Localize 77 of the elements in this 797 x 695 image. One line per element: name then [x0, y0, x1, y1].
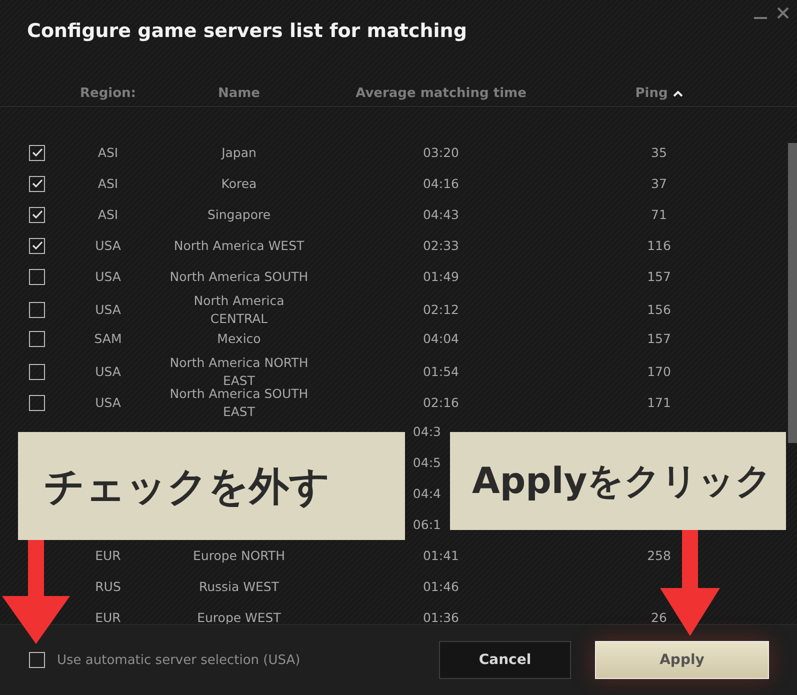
table-cell-text: USA [94, 236, 122, 254]
table-cell-text: 04:04 [422, 330, 460, 348]
table-cell-text: Korea [220, 174, 258, 192]
table-cell-text: 71 [650, 206, 668, 224]
table-cell-text: EUR [94, 608, 122, 624]
table-cell-text: 06:1 [412, 516, 442, 534]
column-header[interactable]: Ping [545, 86, 773, 100]
table-cell-text: 37 [650, 174, 668, 192]
checkbox[interactable] [29, 176, 45, 192]
table-cell-text: 04:16 [422, 174, 460, 192]
check-icon [32, 210, 42, 219]
table-cell-text: 258 [646, 546, 672, 564]
cancel-button[interactable]: Cancel [439, 641, 571, 679]
checkbox[interactable] [29, 206, 45, 222]
table-cell-text: North America SOUTH EAST [168, 386, 310, 421]
checkbox[interactable] [29, 364, 45, 380]
table-cell-text: USA [94, 268, 122, 286]
checkbox[interactable] [29, 268, 45, 284]
table-cell-text: 01:41 [422, 546, 460, 564]
checkbox[interactable] [29, 652, 45, 668]
table-cell-text: Europe WEST [196, 608, 282, 624]
table-cell-text: 01:36 [422, 608, 460, 624]
column-header[interactable]: Name [141, 86, 337, 100]
table-cell-text: 01:54 [422, 363, 460, 381]
table-cell-text: 02:12 [422, 301, 460, 319]
table-cell-text: USA [94, 394, 122, 412]
table-cell-text: EUR [94, 546, 122, 564]
checkbox[interactable] [29, 395, 45, 411]
close-icon[interactable] [775, 6, 791, 20]
table-cell-text: North America NORTH EAST [168, 354, 310, 388]
scrollbar-thumb[interactable] [788, 143, 797, 443]
table-cell-text: USA [94, 301, 122, 319]
table-cell-text: 03:20 [422, 144, 460, 162]
check-icon [32, 241, 42, 250]
callout-label: チェックを外す [18, 432, 405, 540]
table-cell-text: 156 [646, 301, 672, 319]
table-cell-text: ASI [96, 144, 120, 162]
table-cell-text: North America WEST [172, 236, 306, 254]
table-cell-text: ASI [96, 206, 120, 224]
table-cell-text: Europe NORTH [192, 546, 286, 564]
table-cell-text: 171 [646, 394, 672, 412]
table-cell-text: 04:5 [412, 454, 442, 472]
check-icon [32, 148, 42, 157]
table-cell-text: RUS [94, 578, 122, 596]
table-cell-text: 35 [650, 144, 668, 162]
table-cell-text: USA [94, 363, 122, 381]
table-cell-text: 01:46 [422, 578, 460, 596]
column-header[interactable]: Average matching time [337, 86, 545, 100]
callout-label: Applyをクリック [450, 432, 786, 530]
table-cell-text: 04:43 [422, 206, 460, 224]
table-cell-text: 02:33 [422, 236, 460, 254]
check-icon [32, 179, 42, 188]
table-cell-text: ASI [96, 174, 120, 192]
table-cell-text: 04:3 [412, 422, 442, 440]
table-cell-text: 01:49 [422, 268, 460, 286]
checkbox-label: Use automatic server selection (USA) [57, 652, 302, 668]
table-cell-text: 02:16 [422, 394, 460, 412]
table-cell-text: 157 [646, 268, 672, 286]
apply-button[interactable]: Apply [595, 641, 769, 679]
column-header[interactable]: Region: [75, 86, 141, 100]
checkbox[interactable] [29, 238, 45, 254]
table-cell-text: Singapore [206, 206, 272, 224]
table-cell-text: North America SOUTH [168, 268, 310, 286]
table-cell-text: Japan [220, 144, 258, 162]
checkbox[interactable] [29, 330, 45, 346]
checkbox[interactable] [29, 302, 45, 318]
table-cell-text: 170 [646, 363, 672, 381]
window-title: Configure game servers list for matching [27, 20, 468, 42]
table-cell-text: 04:4 [412, 484, 442, 502]
table-cell-text: Russia WEST [198, 578, 280, 596]
table-cell-text: 157 [646, 330, 672, 348]
table-cell-text: 116 [646, 236, 672, 254]
table-cell-text: Mexico [216, 330, 262, 348]
table-cell-text: 26 [650, 608, 668, 624]
checkbox[interactable] [29, 144, 45, 160]
table-cell-text: SAM [93, 330, 123, 348]
table-cell-text: North America CENTRAL [192, 292, 286, 328]
